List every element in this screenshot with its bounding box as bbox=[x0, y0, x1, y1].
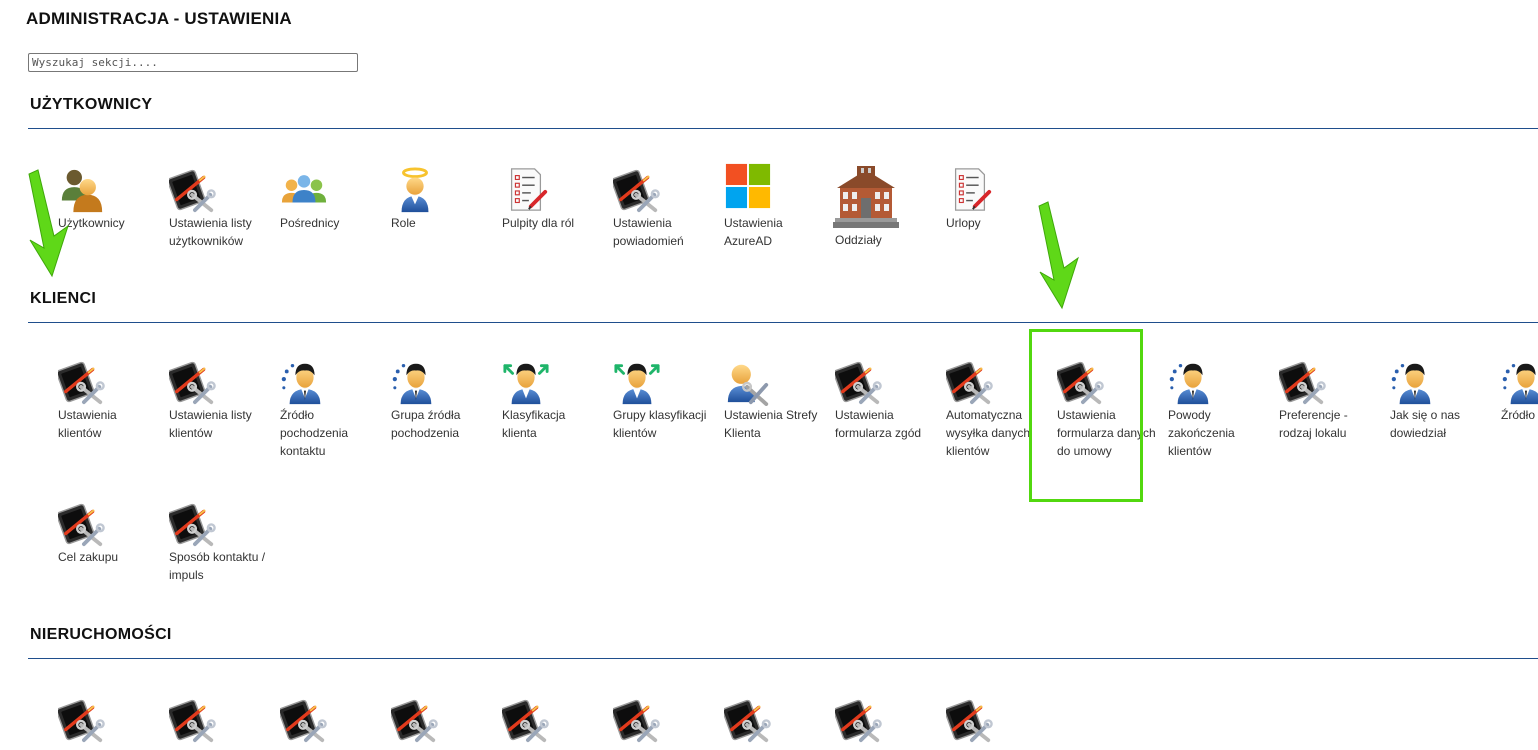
settings-tools-icon bbox=[280, 697, 328, 743]
tile-label: Powody zakończenia klientów bbox=[1168, 408, 1235, 458]
client-dots-icon bbox=[281, 363, 321, 405]
tile-label: Automatyczna wysyłka danych klientów bbox=[946, 408, 1031, 458]
tile-label: Ustawienia listy użytkowników bbox=[169, 216, 252, 248]
settings-tools-icon bbox=[169, 359, 217, 405]
tile-label: Jak się o nas dowiedział bbox=[1390, 408, 1461, 440]
settings-tools-icon bbox=[835, 697, 883, 743]
tile-label: Role bbox=[391, 216, 416, 230]
tile-label: Ustawienia AzureAD bbox=[724, 216, 783, 248]
checklist-icon bbox=[509, 166, 548, 213]
tile-label: Oddziały bbox=[835, 233, 882, 247]
client-dots-icon bbox=[1391, 363, 1431, 405]
section-title: KLIENCI bbox=[30, 290, 97, 307]
angel-user-icon bbox=[400, 167, 430, 214]
settings-tools-icon bbox=[1057, 359, 1105, 405]
tile-label: Pośrednicy bbox=[280, 216, 340, 230]
tile-label: Ustawienia Strefy Klienta bbox=[724, 408, 818, 440]
settings-tools-icon bbox=[835, 359, 883, 405]
section-title: UŻYTKOWNICY bbox=[30, 96, 153, 113]
tile-label: Grupa źródła pochodzenia bbox=[391, 408, 461, 440]
tile-label: Ustawienia powiadomień bbox=[613, 216, 684, 248]
users-icon bbox=[61, 169, 103, 213]
tile-label: Ustawienia formularza danych do umowy bbox=[1057, 408, 1156, 458]
tile-label: Ustawienia klientów bbox=[58, 408, 117, 440]
settings-tools-icon bbox=[169, 167, 217, 213]
checklist-icon bbox=[953, 166, 992, 213]
microsoft-logo-icon bbox=[725, 163, 771, 209]
section-divider bbox=[28, 658, 1538, 659]
tile-label: Cel zakupu bbox=[58, 550, 119, 564]
settings-tools-icon bbox=[613, 697, 661, 743]
settings-tools-icon bbox=[613, 167, 661, 213]
settings-tools-icon bbox=[946, 359, 994, 405]
page-title: ADMINISTRACJA - USTAWIENIA bbox=[26, 9, 292, 28]
tile-label: Ustawienia listy klientów bbox=[169, 408, 252, 440]
tile-label: Źródło pochodzenia kontaktu bbox=[280, 408, 349, 458]
settings-tools-icon bbox=[169, 501, 217, 547]
settings-tools-icon bbox=[391, 697, 439, 743]
settings-tools-icon bbox=[1279, 359, 1327, 405]
tile-label: Źródło finanso bbox=[1501, 408, 1538, 422]
client-dots-icon bbox=[392, 363, 432, 405]
tile-label: Urlopy bbox=[946, 216, 981, 230]
client-dots-icon bbox=[1169, 363, 1209, 405]
settings-tools-icon bbox=[502, 697, 550, 743]
tile-label: Klasyfikacja klienta bbox=[502, 408, 566, 440]
tile-label: Użytkownicy bbox=[58, 216, 125, 230]
settings-tools-icon bbox=[58, 501, 106, 547]
user-tools-icon bbox=[725, 362, 769, 406]
settings-tools-icon bbox=[724, 697, 772, 743]
tile-label: Sposób kontaktu / impuls bbox=[169, 550, 266, 582]
agents-group-icon bbox=[281, 175, 327, 203]
building-icon bbox=[833, 166, 899, 228]
settings-tools-icon bbox=[946, 697, 994, 743]
section-divider bbox=[28, 322, 1538, 323]
section-title: NIERUCHOMOŚCI bbox=[30, 626, 172, 643]
tile-label: Ustawienia formularza zgód bbox=[835, 408, 922, 440]
settings-tools-icon bbox=[169, 697, 217, 743]
tile-label: Preferencje - rodzaj lokalu bbox=[1279, 408, 1348, 440]
client-arrows-icon bbox=[503, 362, 549, 406]
tile-label: Pulpity dla ról bbox=[502, 216, 575, 230]
search-input[interactable] bbox=[28, 53, 358, 72]
client-arrows-icon bbox=[614, 362, 660, 406]
client-dots-icon bbox=[1502, 363, 1538, 405]
tile-label: Grupy klasyfikacji klientów bbox=[613, 408, 707, 440]
section-divider bbox=[28, 128, 1538, 129]
settings-tools-icon bbox=[58, 697, 106, 743]
settings-tools-icon bbox=[58, 359, 106, 405]
